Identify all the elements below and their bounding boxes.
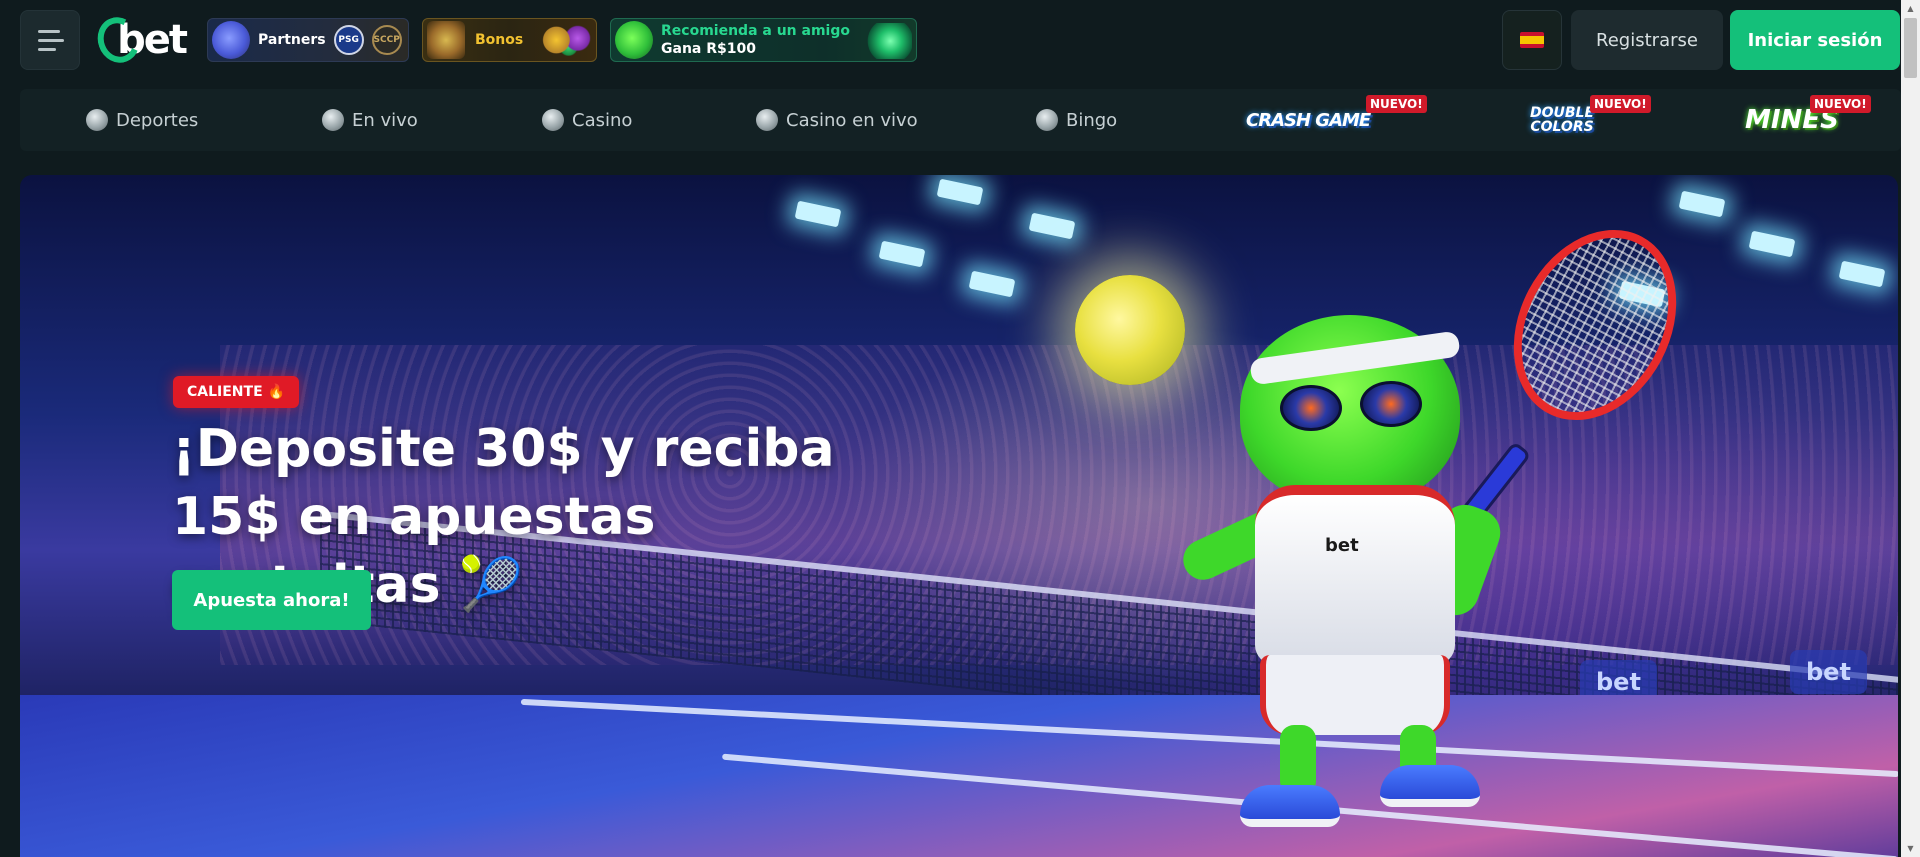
psg-crest-icon: PSG <box>333 25 364 55</box>
soccer-ball-icon <box>86 109 108 131</box>
category-nav: Deportes En vivo Casino Casino en vivo B… <box>20 89 1901 151</box>
mascot-head <box>1240 315 1461 505</box>
menu-bar-icon <box>38 47 56 51</box>
mascot-headband <box>1249 330 1461 386</box>
tennis-ball-image <box>1075 275 1185 385</box>
top-header: bet Partners PSG SCCP Bonos Recomienda a… <box>0 0 1901 80</box>
stadium-light <box>794 200 842 228</box>
gift-box-icon <box>427 21 465 59</box>
mascot-eye <box>1280 385 1342 431</box>
hot-badge: CALIENTE 🔥 <box>173 376 299 408</box>
partners-promo-button[interactable]: Partners PSG SCCP <box>207 18 409 62</box>
scroll-down-arrow-icon[interactable]: ▼ <box>1901 840 1920 857</box>
mascot-shoe <box>1380 765 1480 807</box>
slot-machine-icon <box>542 109 564 131</box>
refer-reward: Gana R$100 <box>661 41 756 57</box>
nav-item-en-vivo[interactable]: En vivo <box>322 89 418 151</box>
nav-label: Casino <box>572 109 633 131</box>
nav-game-mines[interactable]: MINES NUEVO! <box>1745 95 1885 143</box>
nav-item-casino-en-vivo[interactable]: Casino en vivo <box>756 89 918 151</box>
stadium-light <box>1838 260 1886 288</box>
login-button[interactable]: Iniciar sesión <box>1730 10 1900 70</box>
coins-icon <box>535 23 596 57</box>
nav-item-casino[interactable]: Casino <box>542 89 632 151</box>
nav-game-crash[interactable]: CRASH GAME NUEVO! <box>1246 95 1427 143</box>
mascot-shirt: bet <box>1255 485 1455 665</box>
hero-banner[interactable]: bet bet bet CALIENTE 🔥 ¡Deposite 30$ y r… <box>20 175 1898 857</box>
new-badge: NUEVO! <box>1590 95 1651 113</box>
page-scrollbar[interactable]: ▲ ▼ <box>1901 0 1920 857</box>
scroll-up-arrow-icon[interactable]: ▲ <box>1901 0 1920 17</box>
shirt-logo: bet <box>1325 535 1359 556</box>
new-badge: NUEVO! <box>1366 95 1427 113</box>
site-logo[interactable]: bet <box>91 11 188 69</box>
nav-label: Bingo <box>1066 109 1118 131</box>
refer-friend-promo-button[interactable]: Recomienda a un amigo Gana R$100 <box>610 18 917 62</box>
stadium-light <box>1748 230 1796 258</box>
language-selector-button[interactable] <box>1502 10 1562 70</box>
double-colors-line2: COLORS <box>1530 119 1594 135</box>
bingo-ball-icon <box>1036 109 1058 131</box>
bonos-label: Bonos <box>475 32 524 48</box>
tennis-court-image <box>20 695 1898 857</box>
double-colors-logo: DOUBLE COLORS <box>1530 106 1594 134</box>
partners-label: Partners <box>258 32 326 48</box>
double-colors-line1: DOUBLE <box>1530 105 1595 121</box>
new-badge: NUEVO! <box>1810 95 1871 113</box>
crash-game-logo: CRASH GAME <box>1246 109 1371 131</box>
stadium-light <box>936 178 984 206</box>
nav-item-deportes[interactable]: Deportes <box>86 89 198 151</box>
mascot-shoe <box>1240 785 1340 827</box>
nav-label: En vivo <box>352 109 418 131</box>
live-ticket-icon <box>322 109 344 131</box>
courtside-board-logo: bet <box>1790 650 1867 694</box>
nav-game-double-colors[interactable]: DOUBLE COLORS NUEVO! <box>1530 95 1670 143</box>
stadium-light <box>878 240 926 268</box>
roulette-icon <box>756 109 778 131</box>
gem-icon <box>864 23 912 59</box>
green-mascot-icon <box>615 21 653 59</box>
mascot-icon <box>212 21 250 59</box>
stadium-light <box>1028 212 1076 240</box>
mascot-shorts <box>1260 655 1450 735</box>
menu-bar-icon <box>38 38 64 42</box>
stadium-light <box>1678 190 1726 218</box>
bet-now-button[interactable]: Apuesta ahora! <box>172 570 371 630</box>
nav-label: Deportes <box>116 109 199 131</box>
refer-text: Recomienda a un amigo Gana R$100 <box>661 22 850 58</box>
refer-title: Recomienda a un amigo <box>661 23 850 39</box>
hamburger-menu-button[interactable] <box>20 10 80 70</box>
bonos-promo-button[interactable]: Bonos <box>422 18 597 62</box>
register-button[interactable]: Registrarse <box>1571 10 1723 70</box>
es-flag-icon <box>1520 32 1544 48</box>
mascot-eye <box>1360 381 1422 427</box>
menu-bar-icon <box>38 29 60 33</box>
nav-item-bingo[interactable]: Bingo <box>1036 89 1117 151</box>
scrollbar-thumb[interactable] <box>1904 18 1917 78</box>
mascot-character-image: bet <box>1176 315 1550 835</box>
corinthians-crest-icon: SCCP <box>371 25 402 55</box>
stadium-light <box>968 270 1016 298</box>
nav-label: Casino en vivo <box>786 109 918 131</box>
